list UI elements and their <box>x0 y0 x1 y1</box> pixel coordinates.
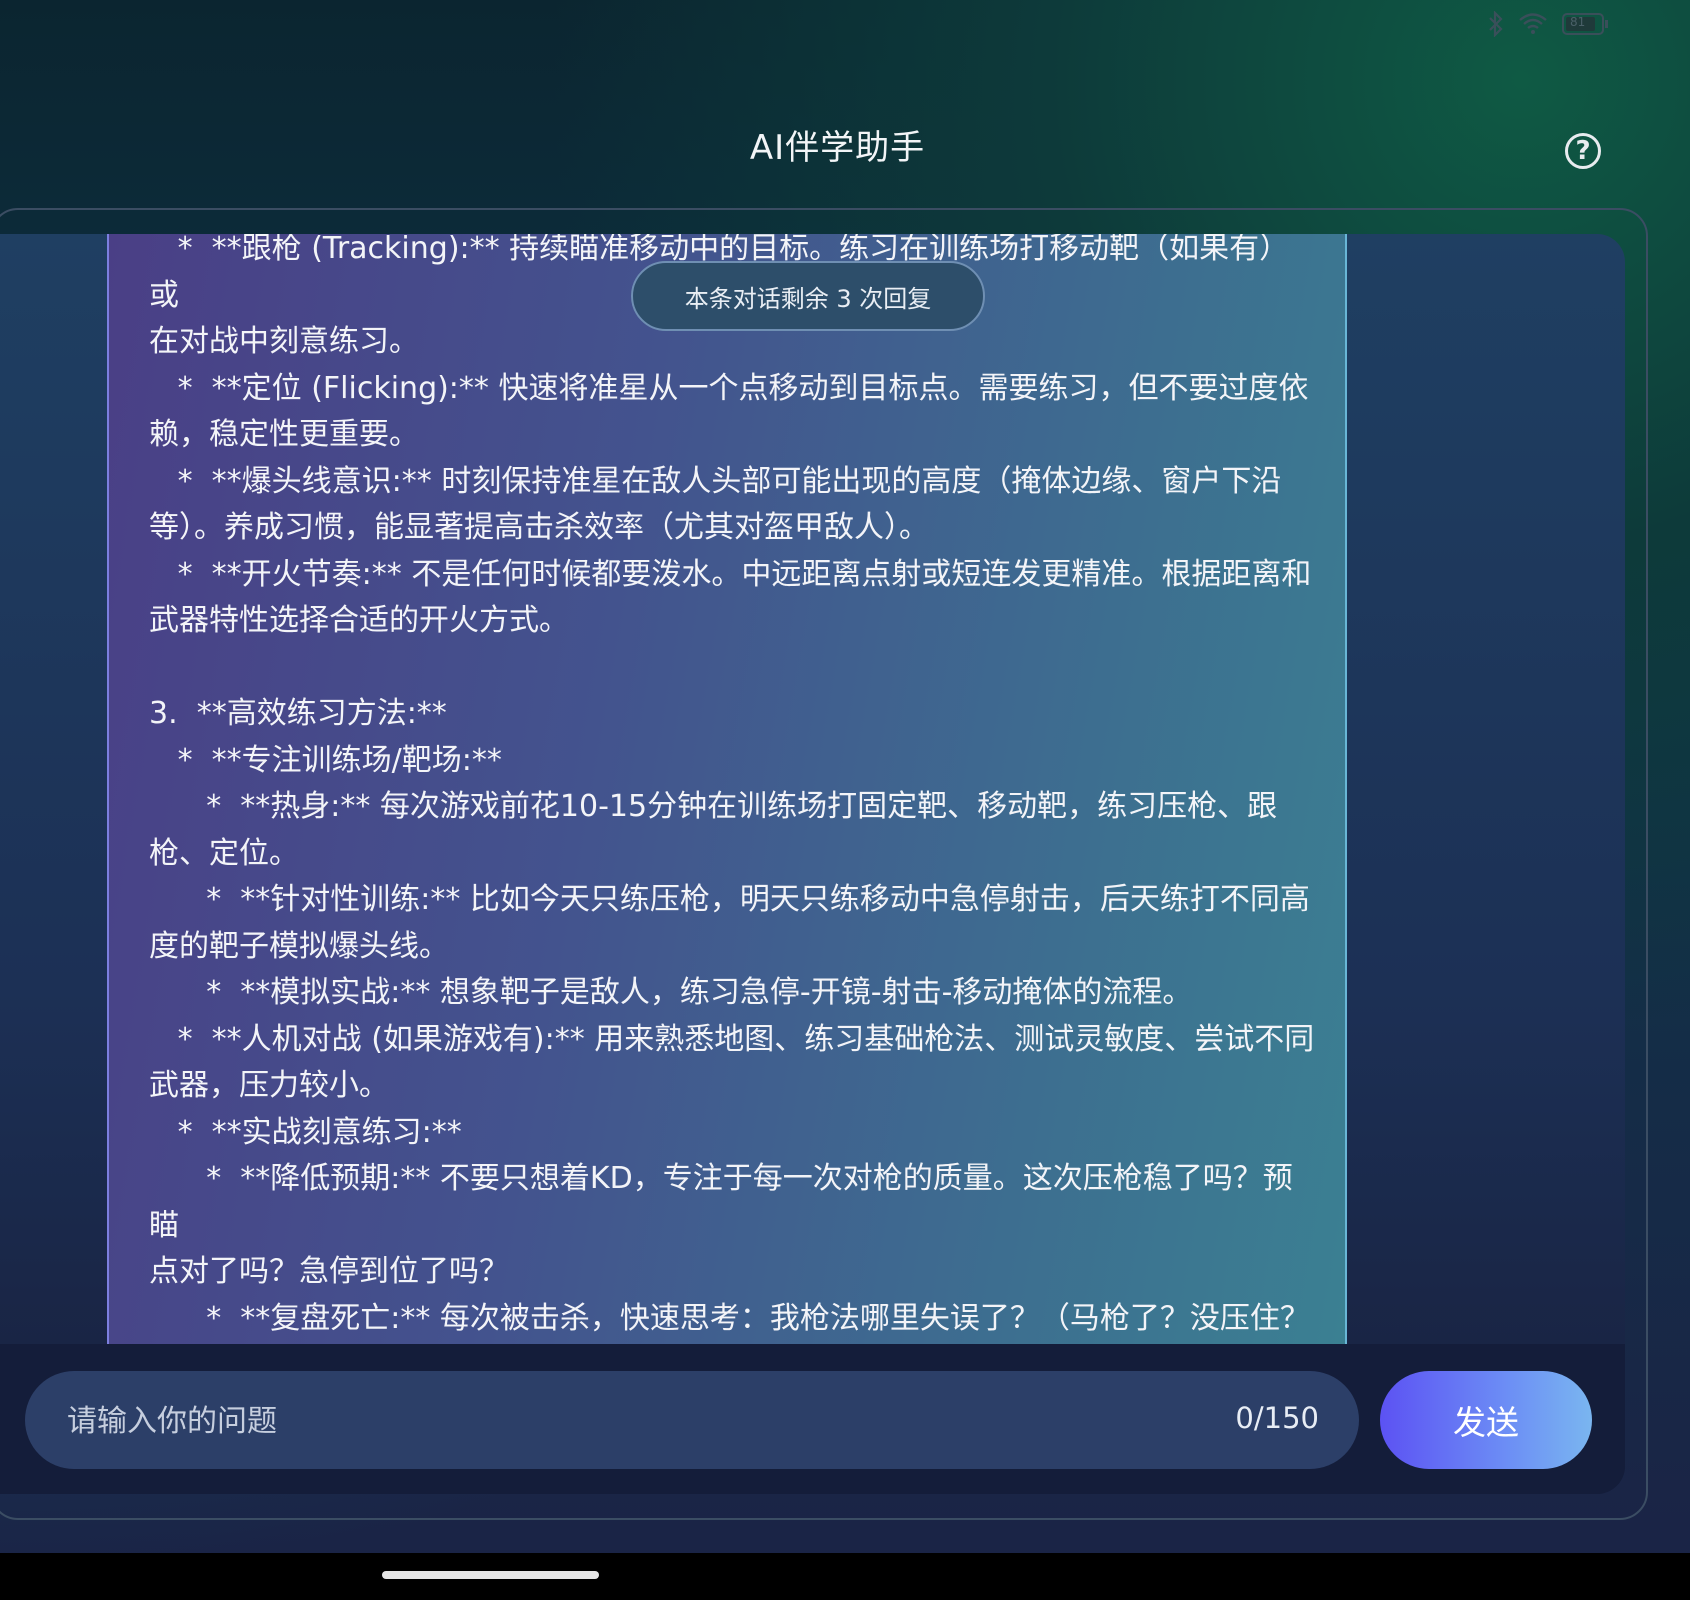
message-line: * **降低预期:** 不要只想着KD，专注于每一次对枪的质量。这次压枪稳了吗？… <box>149 1156 1319 1249</box>
help-icon: ? <box>1575 136 1591 166</box>
battery-icon: 81 <box>1562 12 1610 36</box>
message-line: 赖，稳定性更重要。 <box>149 412 1319 459</box>
message-line: * **人机对战 (如果游戏有):** 用来熟悉地图、练习基础枪法、测试灵敏度、… <box>149 1017 1319 1064</box>
message-line-text: * **开火节奏:** 不是任何时候都要泼水。中远距离点射或短连发更精准。根据距… <box>149 556 1312 592</box>
message-line-text: * **爆头线意识:** 时刻保持准星在敌人头部可能出现的高度（掩体边缘、窗户下… <box>149 463 1282 499</box>
message-line-text: * **复盘死亡:** 每次被击杀，快速思考：我枪法哪里失误了？（马枪了？没压住… <box>149 1300 1310 1336</box>
message-line-text: * **实战刻意练习:** <box>149 1114 462 1150</box>
message-line: 3. **高效练习方法:** <box>149 691 1319 738</box>
bluetooth-icon <box>1488 11 1504 37</box>
message-line-text: 赖，稳定性更重要。 <box>149 417 419 452</box>
message-line-text: 等）。养成习惯，能显著提高击杀效率（尤其对盔甲敌人）。 <box>149 510 929 545</box>
message-line: 等）。养成习惯，能显著提高击杀效率（尤其对盔甲敌人）。 <box>149 505 1319 552</box>
message-line: * **实战刻意练习:** <box>149 1110 1319 1157</box>
message-line-text: 武器特性选择合适的开火方式。 <box>149 603 569 638</box>
message-line: 武器特性选择合适的开火方式。 <box>149 598 1319 645</box>
message-line: 武器，压力较小。 <box>149 1063 1319 1110</box>
navigation-bar <box>0 1553 1690 1600</box>
message-line-text: 3. **高效练习方法:** <box>149 696 447 731</box>
message-line: * **模拟实战:** 想象靶子是敌人，练习急停-开镜-射击-移动掩体的流程。 <box>149 970 1319 1017</box>
page-title: AI伴学助手 <box>749 128 926 168</box>
message-line-text: * **专注训练场/靶场:** <box>149 742 502 778</box>
message-line-text: 点对了吗？急停到位了吗？ <box>149 1254 509 1289</box>
message-line: 枪、定位。 <box>149 831 1319 878</box>
message-line: 点对了吗？急停到位了吗？ <box>149 1249 1319 1296</box>
message-line-text: 度的靶子模拟爆头线。 <box>149 928 449 964</box>
message-line-text: * **人机对战 (如果游戏有):** 用来熟悉地图、练习基础枪法、测试灵敏度、… <box>149 1021 1315 1057</box>
message-line-text: * **模拟实战:** 想象靶子是敌人，练习急停-开镜-射击-移动掩体的流程。 <box>149 975 1193 1010</box>
message-line: * **热身:** 每次游戏前花10-15分钟在训练场打固定靶、移动靶，练习压枪… <box>149 784 1319 831</box>
home-indicator[interactable] <box>382 1571 599 1579</box>
message-line-text: * **针对性训练:** 比如今天只练压枪，明天只练移动中急停射击，后天练打不同… <box>149 882 1310 917</box>
message-line-text: 枪、定位。 <box>149 835 299 871</box>
message-line-text: 武器，压力较小。 <box>149 1068 389 1103</box>
message-line: * **定位 (Flicking):** 快速将准星从一个点移动到目标点。需要练… <box>149 366 1319 413</box>
char-counter: 0/150 <box>1235 1401 1319 1435</box>
message-line-text: * **降低预期:** 不要只想着KD，专注于每一次对枪的质量。这次压枪稳了吗？… <box>149 1161 1293 1243</box>
message-line: * **爆头线意识:** 时刻保持准星在敌人头部可能出现的高度（掩体边缘、窗户下… <box>149 459 1319 506</box>
send-button[interactable]: 发送 <box>1380 1371 1592 1469</box>
message-line-text: * **定位 (Flicking):** 快速将准星从一个点移动到目标点。需要练… <box>149 370 1309 406</box>
message-line: 度的靶子模拟爆头线。 <box>149 924 1319 971</box>
message-line: * **针对性训练:** 比如今天只练压枪，明天只练移动中急停射击，后天练打不同… <box>149 877 1319 924</box>
question-input-container[interactable]: 0/150 <box>25 1371 1359 1471</box>
help-button[interactable]: ? <box>1565 133 1601 169</box>
chat-message-list[interactable]: * **跟枪 (Tracking):** 持续瞄准移动中的目标。练习在训练场打移… <box>107 234 1347 1344</box>
question-input[interactable] <box>65 1371 1169 1471</box>
remaining-replies-badge: 本条对话剩余 3 次回复 <box>631 261 985 331</box>
assistant-message: * **跟枪 (Tracking):** 持续瞄准移动中的目标。练习在训练场打移… <box>149 234 1319 1344</box>
message-line: * **专注训练场/靶场:** <box>149 738 1319 785</box>
message-line: * **复盘死亡:** 每次被击杀，快速思考：我枪法哪里失误了？（马枪了？没压住… <box>149 1296 1319 1343</box>
chat-panel: * **跟枪 (Tracking):** 持续瞄准移动中的目标。练习在训练场打移… <box>0 234 1625 1494</box>
message-line: * **开火节奏:** 不是任何时候都要泼水。中远距离点射或短连发更精准。根据距… <box>149 552 1319 599</box>
status-bar: 81 <box>1488 8 1610 40</box>
wifi-icon <box>1518 12 1548 36</box>
message-line-text: 在对战中刻意练习。 <box>149 324 419 359</box>
battery-level: 81 <box>1570 15 1586 29</box>
message-line <box>149 645 1319 692</box>
message-line-text: * **热身:** 每次游戏前花10-15分钟在训练场打固定靶、移动靶，练习压枪… <box>149 789 1278 824</box>
